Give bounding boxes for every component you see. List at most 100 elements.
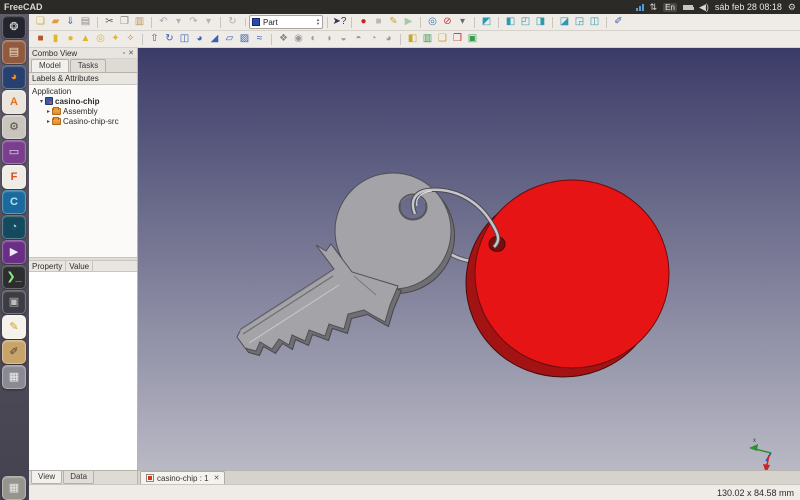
tree-item-casino-chip-src[interactable]: ▸ Casino-chip-src bbox=[29, 116, 137, 126]
part-revolve-button[interactable]: ↻ bbox=[162, 32, 177, 47]
copy-button[interactable]: ❐ bbox=[117, 15, 132, 30]
tab-data[interactable]: Data bbox=[63, 471, 94, 484]
property-table-body[interactable] bbox=[29, 272, 137, 470]
volume-icon[interactable]: ◀) bbox=[699, 3, 709, 12]
launcher-extra-app[interactable]: ▦ bbox=[2, 365, 26, 389]
part-sphere-button[interactable]: ● bbox=[63, 32, 78, 47]
tree-expand-arrow[interactable]: ▾ bbox=[38, 98, 45, 105]
view-right-button[interactable]: ◨ bbox=[533, 15, 548, 30]
whats-this-button[interactable]: ➤? bbox=[332, 15, 347, 30]
macro-stop-button[interactable]: ■ bbox=[371, 15, 386, 30]
save-button[interactable]: ⇓ bbox=[63, 15, 78, 30]
launcher-files[interactable]: ▤ bbox=[2, 40, 26, 64]
launcher-media-app[interactable]: ▭ bbox=[2, 140, 26, 164]
part-shapebuilder-button[interactable]: ✧ bbox=[123, 32, 138, 47]
workbench-selector[interactable]: Part ▲▼ bbox=[249, 15, 323, 29]
view-left-button[interactable]: ◫ bbox=[587, 15, 602, 30]
undo-button[interactable]: ↶ bbox=[156, 15, 171, 30]
property-column-header: Property bbox=[29, 261, 66, 271]
part-offset-3d-button[interactable]: ❑ bbox=[435, 32, 450, 47]
tree-expand-arrow[interactable]: ▸ bbox=[45, 118, 52, 125]
tab-model[interactable]: Model bbox=[31, 59, 69, 72]
battery-icon[interactable] bbox=[683, 5, 693, 10]
open-file-button[interactable]: ▰ bbox=[48, 15, 63, 30]
refresh-button[interactable]: ↻ bbox=[225, 15, 240, 30]
part-chamfer-button[interactable]: ◢ bbox=[207, 32, 222, 47]
part-section-button[interactable]: ◧ bbox=[405, 32, 420, 47]
launcher-firefox[interactable]: ◕ bbox=[2, 65, 26, 89]
launcher-browser-app[interactable]: ◔ bbox=[2, 215, 26, 239]
cut-button[interactable]: ✂ bbox=[102, 15, 117, 30]
print-button[interactable]: ▤ bbox=[78, 15, 93, 30]
session-gear-icon[interactable]: ⚙ bbox=[788, 3, 796, 12]
part-offset-2d-button[interactable]: ❒ bbox=[450, 32, 465, 47]
view-front-button[interactable]: ◧ bbox=[503, 15, 518, 30]
launcher-freecad[interactable]: F bbox=[2, 165, 26, 189]
part-torus-button[interactable]: ◎ bbox=[93, 32, 108, 47]
part-cut-button[interactable]: ◐ bbox=[306, 32, 321, 47]
workbench-spinner[interactable]: ▲▼ bbox=[316, 18, 320, 26]
part-sweep-button[interactable]: ≈ bbox=[252, 32, 267, 47]
view-axonometric-button[interactable]: ◩ bbox=[479, 15, 494, 30]
tab-tasks[interactable]: Tasks bbox=[70, 59, 106, 72]
part-split-button[interactable]: ◔ bbox=[366, 32, 381, 47]
draw-style-dropdown[interactable]: ▾ bbox=[455, 15, 470, 30]
redo-button[interactable]: ↷ bbox=[186, 15, 201, 30]
launcher-gimp[interactable]: ✐ bbox=[2, 340, 26, 364]
view-bottom-button[interactable]: ◲ bbox=[572, 15, 587, 30]
document-tab[interactable]: casino-chip : 1 ✕ bbox=[140, 471, 225, 484]
macro-edit-button[interactable]: ✎ bbox=[386, 15, 401, 30]
part-box-button[interactable]: ■ bbox=[33, 32, 48, 47]
part-mirror-button[interactable]: ◫ bbox=[177, 32, 192, 47]
part-intersection-button[interactable]: ◒ bbox=[336, 32, 351, 47]
part-fillet-button[interactable]: ◕ bbox=[192, 32, 207, 47]
tree-item-assembly[interactable]: ▸ Assembly bbox=[29, 106, 137, 116]
undo-dropdown[interactable]: ▾ bbox=[171, 15, 186, 30]
part-cone-button[interactable]: ▲ bbox=[78, 32, 93, 47]
network-icon[interactable]: ⇅ bbox=[650, 3, 658, 12]
view-rear-button[interactable]: ◪ bbox=[557, 15, 572, 30]
part-compound-button[interactable]: ❖ bbox=[276, 32, 291, 47]
part-thickness-button[interactable]: ▣ bbox=[465, 32, 480, 47]
part-xor-button[interactable]: ◕ bbox=[381, 32, 396, 47]
keyboard-layout-indicator[interactable]: En bbox=[663, 3, 677, 12]
launcher-video-player[interactable]: ▶ bbox=[2, 240, 26, 264]
new-file-button[interactable]: ❏ bbox=[33, 15, 48, 30]
part-boolean-button[interactable]: ◉ bbox=[291, 32, 306, 47]
paste-button[interactable]: ▥ bbox=[132, 15, 147, 30]
launcher-dark-app[interactable]: ▣ bbox=[2, 290, 26, 314]
part-loft-button[interactable]: ▨ bbox=[237, 32, 252, 47]
tree-root-application[interactable]: Application bbox=[29, 86, 137, 96]
launcher-code-app[interactable]: C bbox=[2, 190, 26, 214]
part-union-button[interactable]: ◑ bbox=[321, 32, 336, 47]
launcher-software-center[interactable]: A bbox=[2, 90, 26, 114]
part-ruled-surface-button[interactable]: ▱ bbox=[222, 32, 237, 47]
part-connect-button[interactable]: ◓ bbox=[351, 32, 366, 47]
launcher-system-settings[interactable]: ⚙ bbox=[2, 115, 26, 139]
draw-style-button[interactable]: ⊘ bbox=[440, 15, 455, 30]
redo-dropdown[interactable]: ▾ bbox=[201, 15, 216, 30]
part-primitives-button[interactable]: ✦ bbox=[108, 32, 123, 47]
document-tab-close-icon[interactable]: ✕ bbox=[214, 474, 220, 482]
3d-viewport[interactable]: x bbox=[138, 48, 800, 470]
part-extrude-button[interactable]: ⇧ bbox=[147, 32, 162, 47]
fit-all-button[interactable]: ◎ bbox=[425, 15, 440, 30]
system-monitor-icon[interactable] bbox=[636, 3, 644, 11]
part-cross-sections-button[interactable]: ▥ bbox=[420, 32, 435, 47]
launcher-trash[interactable]: ▦ bbox=[2, 476, 26, 500]
macro-record-button[interactable]: ● bbox=[356, 15, 371, 30]
measure-button[interactable]: ✐ bbox=[611, 15, 626, 30]
launcher-text-editor[interactable]: ✎ bbox=[2, 315, 26, 339]
clock[interactable]: sáb feb 28 08:18 bbox=[715, 2, 782, 12]
launcher-dash-home[interactable]: ❂ bbox=[2, 15, 26, 39]
part-cylinder-button[interactable]: ▮ bbox=[48, 32, 63, 47]
tree-expand-arrow[interactable]: ▸ bbox=[45, 108, 52, 115]
panel-close-button[interactable]: ✕ bbox=[128, 50, 134, 57]
panel-float-button[interactable]: ▫ bbox=[123, 50, 125, 57]
tab-view[interactable]: View bbox=[31, 471, 62, 484]
view-top-button[interactable]: ◰ bbox=[518, 15, 533, 30]
tree-item-casino-chip[interactable]: ▾ casino-chip bbox=[29, 96, 137, 106]
launcher-terminal[interactable]: ❯_ bbox=[2, 265, 26, 289]
desktop: FreeCAD ⇅ En ◀) sáb feb 28 08:18 ⚙ ❂▤◕A⚙… bbox=[0, 0, 800, 500]
macro-play-button[interactable]: ▶ bbox=[401, 15, 416, 30]
